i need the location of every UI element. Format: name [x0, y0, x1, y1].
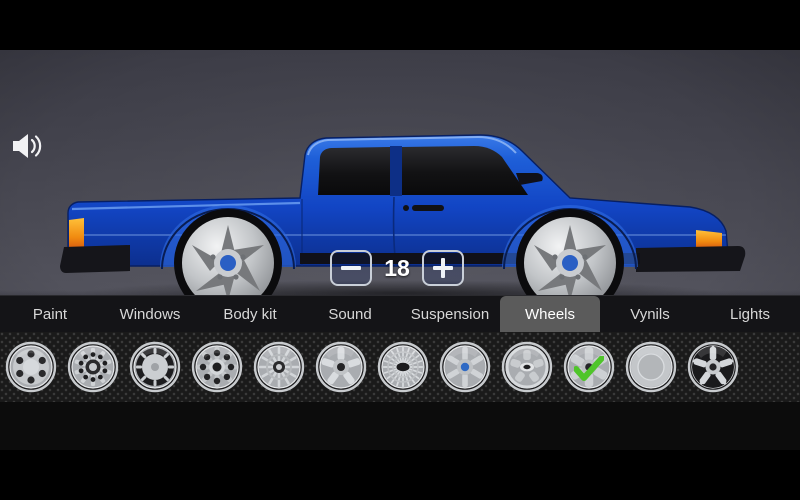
tab-label: Suspension	[410, 305, 490, 323]
tab-windows[interactable]: Windows	[100, 296, 200, 332]
minus-icon	[341, 266, 361, 270]
wheel-thumbnail	[563, 341, 615, 393]
wheel-size-stepper: 18	[330, 250, 464, 286]
wheel-thumbnail	[5, 341, 57, 393]
wheel-thumbnail	[625, 341, 677, 393]
wheel-thumbnail	[129, 341, 181, 393]
rear-bumper	[60, 245, 130, 273]
wheel-option-smooth-disc-cover[interactable]	[124, 332, 186, 402]
tab-label: Lights	[729, 305, 771, 323]
bottom-toolbar: Download Back Next	[0, 402, 800, 450]
wheel-option-ten-spoke-mesh[interactable]	[248, 332, 310, 402]
wheel-thumbnail	[315, 341, 367, 393]
wheel-thumbnail	[687, 341, 739, 393]
wheel-option-multi-slot-hubcap[interactable]	[62, 332, 124, 402]
wheel-thumbnail	[501, 341, 553, 393]
car-preview-stage: 18	[0, 50, 800, 295]
wheel-size-value: 18	[384, 254, 410, 281]
sound-toggle-button[interactable]	[10, 130, 46, 162]
tab-label: Wheels	[524, 305, 576, 323]
door-handle	[412, 205, 444, 211]
tab-label: Paint	[32, 305, 68, 323]
wheel-option-strip[interactable]	[0, 332, 800, 402]
wheel-size-increase-button[interactable]	[422, 250, 464, 286]
plus-icon-vertical	[441, 258, 445, 278]
wheel-option-smooth-dome-cover[interactable]	[620, 332, 682, 402]
wheel-option-six-spoke-star[interactable]	[434, 332, 496, 402]
speaker-on-icon	[13, 134, 42, 158]
wheel-thumbnail	[191, 341, 243, 393]
tab-wheels[interactable]: Wheels	[500, 296, 600, 332]
tab-suspension[interactable]: Suspension	[400, 296, 500, 332]
tab-label: Windows	[119, 305, 181, 323]
tab-vynils[interactable]: Vynils	[600, 296, 700, 332]
tab-label: Body kit	[223, 305, 277, 323]
wheel-option-eight-spoke-alloy[interactable]	[186, 332, 248, 402]
wheel-option-steel-hubcap-round[interactable]	[0, 332, 62, 402]
tab-label: Sound	[328, 305, 372, 323]
app-root: 18 Paint Windows Body kit Sound Suspension Wh…	[0, 0, 800, 500]
wheel-option-six-spoke-turbine[interactable]	[558, 332, 620, 402]
front-bumper	[636, 246, 746, 272]
tab-label: Vynils	[630, 305, 670, 323]
wheel-thumbnail	[377, 341, 429, 393]
wheel-option-deep-dish-five-spoke[interactable]	[496, 332, 558, 402]
rear-window	[318, 147, 390, 195]
wheel-option-dark-five-spoke-alloy[interactable]	[682, 332, 744, 402]
b-pillar	[390, 146, 402, 196]
tab-paint[interactable]: Paint	[0, 296, 100, 332]
wheel-option-five-spoke-polished[interactable]	[310, 332, 372, 402]
wheel-thumbnail	[253, 341, 305, 393]
wheel-size-decrease-button[interactable]	[330, 250, 372, 286]
tab-sound[interactable]: Sound	[300, 296, 400, 332]
tab-body-kit[interactable]: Body kit	[200, 296, 300, 332]
wheel-option-bbs-mesh-wire[interactable]	[372, 332, 434, 402]
category-tab-bar: Paint Windows Body kit Sound Suspension Wheel…	[0, 295, 800, 332]
tab-lights[interactable]: Lights	[700, 296, 800, 332]
door-lock	[403, 205, 409, 211]
wheel-thumbnail	[67, 341, 119, 393]
wheel-thumbnail	[439, 341, 491, 393]
